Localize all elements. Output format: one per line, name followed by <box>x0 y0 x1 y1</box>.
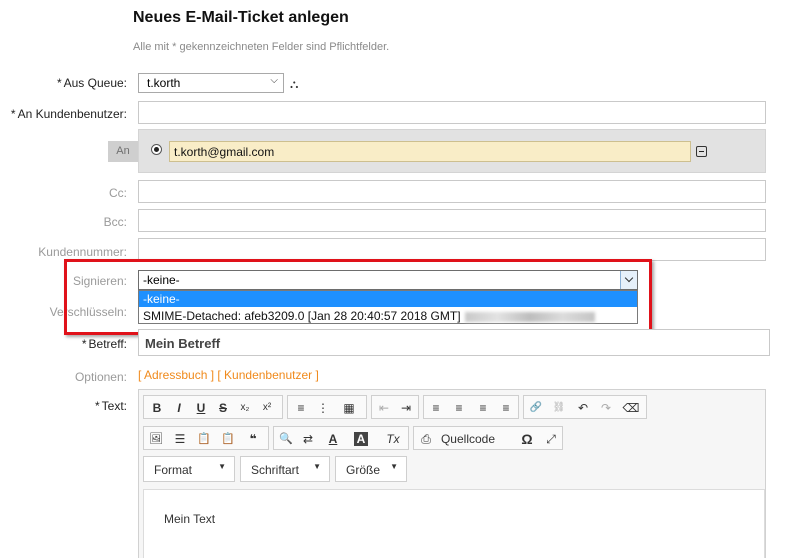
underline-button[interactable]: U <box>192 399 210 417</box>
customer-user-input[interactable] <box>138 101 766 124</box>
queue-label: * Aus Queue: <box>56 76 127 90</box>
toolbar-group-insert: 🖼 ☰ 📋 📋 ❝ <box>143 426 269 450</box>
bullet-list-icon[interactable]: ⋮ <box>314 399 332 417</box>
cc-input[interactable] <box>138 180 766 203</box>
toolbar-group-links: 🔗 ⛓ ↶ ↷ ⌫ <box>523 395 647 419</box>
paste-text-icon[interactable]: 📋 <box>195 430 213 448</box>
align-center-icon[interactable]: ≡ <box>450 399 468 417</box>
italic-button[interactable]: I <box>170 399 188 417</box>
font-label: Schriftart <box>251 463 300 477</box>
format-select[interactable]: Format ▼ <box>143 456 235 482</box>
page-title: Neues E-Mail-Ticket anlegen <box>133 9 349 26</box>
highlight-frame <box>64 259 652 335</box>
align-left-icon[interactable]: ≡ <box>427 399 445 417</box>
recipient-radio[interactable] <box>151 144 162 155</box>
justify-icon[interactable]: ≡ <box>497 399 515 417</box>
background-color-icon[interactable]: A <box>354 432 368 446</box>
source-code-button[interactable]: Quellcode <box>438 430 498 448</box>
superscript-button[interactable]: x² <box>258 399 276 417</box>
recipient-email: t.korth@gmail.com <box>174 145 275 159</box>
align-right-icon[interactable]: ≡ <box>474 399 492 417</box>
table-icon[interactable]: ▦ <box>340 399 358 417</box>
queue-tree-icon[interactable]: ⛬ <box>290 77 298 92</box>
toolbar-group-align: ≡ ≡ ≡ ≡ <box>423 395 519 419</box>
queue-value: t.korth <box>147 76 181 90</box>
font-chevron-icon: ▼ <box>313 462 321 471</box>
recipient-email-field[interactable]: t.korth@gmail.com <box>169 141 691 162</box>
bold-button[interactable]: B <box>148 399 166 417</box>
horizontal-rule-icon[interactable]: ☰ <box>171 430 189 448</box>
unlink-icon[interactable]: ⛓ <box>550 399 568 417</box>
replace-icon[interactable]: ⇄ <box>299 430 317 448</box>
customer-number-input[interactable] <box>138 238 766 261</box>
editor-body-text: Mein Text <box>164 512 216 526</box>
font-select[interactable]: Schriftart ▼ <box>240 456 330 482</box>
options-label: Optionen: <box>74 370 127 384</box>
paste-word-icon[interactable]: ⌫ <box>622 399 640 417</box>
subject-input[interactable]: Mein Betreff <box>138 329 770 356</box>
indent-icon[interactable]: ⇥ <box>397 399 415 417</box>
remove-recipient-icon[interactable] <box>696 146 707 157</box>
customer-number-label: Kundennummer: <box>38 245 127 259</box>
numbered-list-icon[interactable]: ≡ <box>292 399 310 417</box>
text-label: * Text: <box>94 399 127 413</box>
size-label: Größe <box>346 463 381 477</box>
blockquote-icon[interactable]: ❝ <box>244 430 262 448</box>
required-hint: Alle mit * gekennzeichneten Felder sind … <box>133 41 390 53</box>
chevron-down-icon: ⌵ <box>270 75 278 86</box>
format-label: Format <box>154 463 193 477</box>
cc-label: Cc: <box>109 186 127 200</box>
special-char-icon[interactable]: Ω <box>518 430 536 448</box>
image-icon[interactable]: 🖼 <box>147 430 165 448</box>
paste-word-icon-2[interactable]: 📋 <box>219 430 237 448</box>
bcc-input[interactable] <box>138 209 766 232</box>
toolbar-group-find: 🔍 ⇄ A A Tx <box>273 426 409 450</box>
editor-content-area[interactable]: Mein Text <box>143 489 765 558</box>
size-chevron-icon: ▼ <box>390 462 398 471</box>
toolbar-group-indent: ⇤ ⇥ <box>371 395 419 419</box>
size-select[interactable]: Größe ▼ <box>335 456 407 482</box>
find-icon[interactable]: 🔍 <box>277 430 295 448</box>
customer-user-label: * An Kundenbenutzer: <box>10 107 127 121</box>
link-icon[interactable]: 🔗 <box>527 399 545 417</box>
outdent-icon[interactable]: ⇤ <box>375 399 393 417</box>
undo-icon[interactable]: ↶ <box>574 399 592 417</box>
rich-text-editor: B I U S x₂ x² ≡ ⋮ ▦ ⇤ ⇥ ≡ ≡ ≡ ≡ 🔗 ⛓ ↶ ↷ … <box>138 389 766 558</box>
bcc-label: Bcc: <box>103 215 127 229</box>
text-color-icon[interactable]: A <box>324 430 342 448</box>
format-chevron-icon: ▼ <box>218 462 226 471</box>
remove-format-icon[interactable]: Tx <box>384 430 402 448</box>
subject-value: Mein Betreff <box>145 336 221 351</box>
strike-button[interactable]: S <box>214 399 232 417</box>
maximize-icon[interactable]: ⤢ <box>542 430 560 448</box>
options-links[interactable]: [ Adressbuch ] [ Kundenbenutzer ] <box>138 368 319 382</box>
subscript-button[interactable]: x₂ <box>236 399 254 417</box>
special-icon[interactable]: ⎙ <box>417 430 435 448</box>
queue-select[interactable]: t.korth ⌵ <box>138 73 284 93</box>
toolbar-group-source: ⎙ Quellcode Ω ⤢ <box>413 426 563 450</box>
toolbar-group-lists: ≡ ⋮ ▦ <box>287 395 367 419</box>
redo-icon[interactable]: ↷ <box>597 399 615 417</box>
an-tag: An <box>108 141 138 162</box>
toolbar-group-basic: B I U S x₂ x² <box>143 395 283 419</box>
subject-label: * Betreff: <box>81 337 127 351</box>
